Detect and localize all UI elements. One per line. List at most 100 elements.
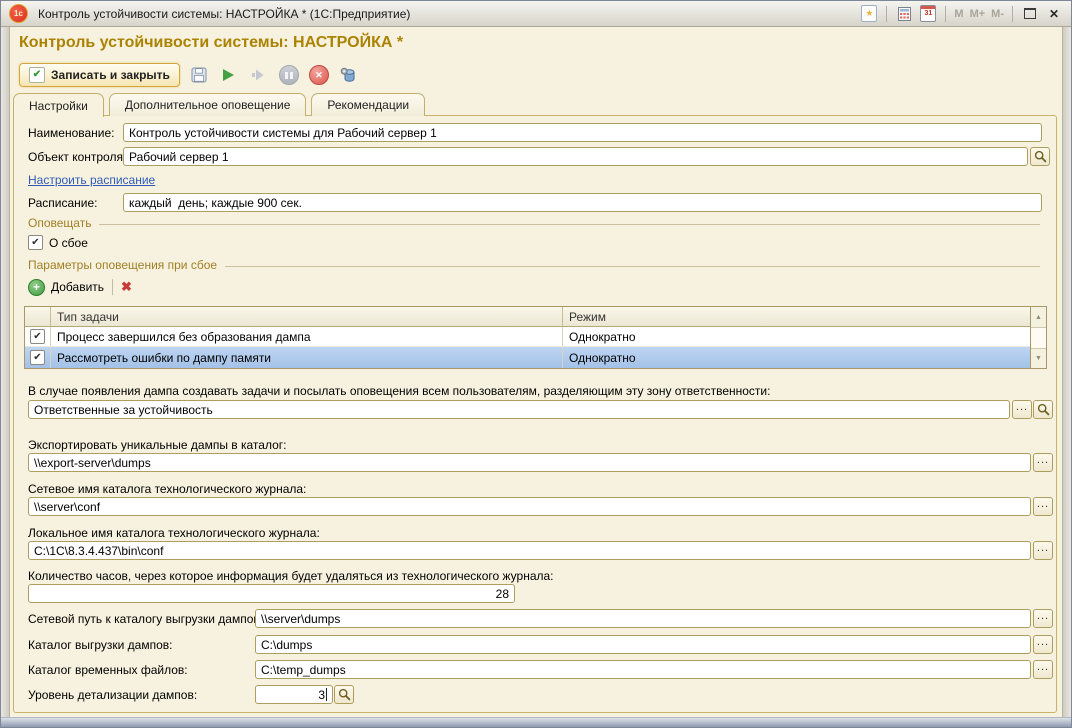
header-task-type[interactable]: Тип задачи [51, 307, 563, 326]
window-border-right [1062, 27, 1071, 718]
mode-cell[interactable]: Однократно [563, 347, 1030, 368]
maximize-button[interactable] [1021, 5, 1039, 23]
text-caret [326, 688, 327, 701]
header-mode[interactable]: Режим [563, 307, 1030, 326]
database-gear-icon [340, 67, 357, 83]
window-border-left [1, 27, 10, 718]
dump-dir-ellipsis-button[interactable]: ... [1033, 635, 1053, 654]
export-dir-label: Экспортировать уникальные дампы в катало… [28, 438, 286, 452]
task-type-cell[interactable]: Процесс завершился без образования дампа [51, 327, 563, 346]
schedule-input[interactable]: каждый день; каждые 900 сек. [123, 193, 1042, 212]
scroll-down-button[interactable] [1031, 349, 1046, 368]
notify-group-caption: Оповещать [28, 216, 1040, 230]
step-arrow-icon [251, 68, 266, 82]
green-check-icon [29, 67, 45, 83]
local-log-dir-label: Локальное имя каталога технологического … [28, 526, 320, 540]
floppy-disk-icon [191, 67, 207, 83]
control-object-label: Объект контроля: [28, 150, 126, 164]
favorites-button[interactable] [860, 5, 878, 23]
delete-row-button[interactable] [121, 279, 132, 295]
net-dump-path-ellipsis-button[interactable]: ... [1033, 609, 1053, 628]
mode-cell[interactable]: Однократно [563, 327, 1030, 346]
name-input[interactable]: Контроль устойчивости системы для Рабочи… [123, 123, 1042, 142]
1c-logo-icon[interactable]: 1с [9, 4, 28, 23]
service-settings-button[interactable] [338, 64, 360, 86]
settings-tab-panel: Наименование: Контроль устойчивости сист… [13, 115, 1057, 713]
tasks-table: Тип задачи Режим Процесс завершился без … [24, 306, 1047, 369]
name-label: Наименование: [28, 126, 115, 140]
calculator-button[interactable] [895, 5, 913, 23]
failure-checkbox[interactable] [28, 235, 43, 250]
add-row-button[interactable]: Добавить [28, 279, 104, 296]
zone-input[interactable]: Ответственные за устойчивость [28, 400, 1010, 419]
tab-bar: Настройки Дополнительное оповещение Реко… [13, 93, 425, 117]
temp-dir-input[interactable]: C:\temp_dumps [255, 660, 1031, 679]
hours-input[interactable]: 28 [28, 584, 515, 603]
dump-dir-input[interactable]: C:\dumps [255, 635, 1031, 654]
export-dir-input[interactable]: \\export-server\dumps [28, 453, 1031, 472]
command-toolbar: Записать и закрыть [19, 62, 360, 88]
net-log-dir-ellipsis-button[interactable]: ... [1033, 497, 1053, 516]
calendar-icon: 31 [920, 5, 936, 22]
zone-lookup-button[interactable] [1033, 400, 1053, 419]
magnifier-icon [338, 688, 351, 701]
failure-checkbox-row[interactable]: О сбое [28, 235, 88, 250]
row-checkbox[interactable] [30, 329, 45, 344]
memory-plus-button[interactable]: M+ [970, 8, 986, 20]
plus-icon [28, 279, 45, 296]
control-object-input[interactable]: Рабочий сервер 1 [123, 147, 1028, 166]
table-row[interactable]: Процесс завершился без образования дампа… [25, 327, 1030, 347]
net-log-dir-label: Сетевое имя каталога технологического жу… [28, 482, 306, 496]
window-title: Контроль устойчивости системы: НАСТРОЙКА… [38, 7, 410, 21]
titlebar-buttons: 31 M M+ M- [860, 5, 1063, 23]
calendar-button[interactable]: 31 [919, 5, 937, 23]
schedule-label: Расписание: [28, 196, 98, 210]
dump-dir-label: Каталог выгрузки дампов: [28, 638, 172, 652]
scroll-up-button[interactable] [1031, 307, 1046, 328]
failure-params-group-caption: Параметры оповещения при сбое [28, 258, 1040, 272]
calculator-icon [898, 7, 911, 21]
page-title: Контроль устойчивости системы: НАСТРОЙКА… [19, 34, 403, 52]
memory-minus-button[interactable]: M- [991, 8, 1004, 20]
magnifier-icon [1037, 403, 1050, 416]
tab-settings[interactable]: Настройки [13, 93, 104, 117]
detail-level-input[interactable]: 3 [255, 685, 333, 704]
save-and-close-button[interactable]: Записать и закрыть [19, 63, 180, 87]
export-dir-ellipsis-button[interactable]: ... [1033, 453, 1053, 472]
net-dump-path-input[interactable]: \\server\dumps [255, 609, 1031, 628]
tab-recommendations[interactable]: Рекомендации [311, 93, 425, 116]
temp-dir-ellipsis-button[interactable]: ... [1033, 660, 1053, 679]
local-log-dir-ellipsis-button[interactable]: ... [1033, 541, 1053, 560]
maximize-icon [1024, 8, 1036, 19]
tasks-table-body: Тип задачи Режим Процесс завершился без … [25, 307, 1030, 368]
pause-control-button[interactable] [278, 64, 300, 86]
tab-additional-notification[interactable]: Дополнительное оповещение [109, 93, 307, 116]
app-window: 1с Контроль устойчивости системы: НАСТРО… [0, 0, 1072, 728]
zone-label: В случае появления дампа создавать задач… [28, 384, 770, 398]
magnifier-icon [1034, 150, 1047, 163]
row-checkbox[interactable] [30, 350, 45, 365]
play-icon [223, 69, 234, 81]
save-button[interactable] [188, 64, 210, 86]
net-dump-path-label: Сетевой путь к каталогу выгрузки дампов … [28, 612, 266, 626]
save-and-close-label: Записать и закрыть [51, 68, 170, 82]
configure-schedule-link[interactable]: Настроить расписание [28, 173, 155, 187]
task-type-cell[interactable]: Рассмотреть ошибки по дампу памяти [51, 347, 563, 368]
resume-control-button[interactable] [248, 64, 270, 86]
header-checkbox-column[interactable] [25, 307, 51, 326]
separator [945, 6, 946, 22]
detail-level-lookup-button[interactable] [334, 685, 354, 704]
zone-ellipsis-button[interactable]: ... [1012, 400, 1032, 419]
net-log-dir-input[interactable]: \\server\conf [28, 497, 1031, 516]
close-button[interactable] [1045, 5, 1063, 23]
stop-control-button[interactable] [308, 64, 330, 86]
control-object-lookup-button[interactable] [1030, 147, 1050, 166]
table-scrollbar[interactable] [1030, 307, 1046, 368]
start-control-button[interactable] [218, 64, 240, 86]
memory-recall-button[interactable]: M [954, 8, 963, 20]
stop-icon [309, 65, 329, 85]
scroll-track[interactable] [1031, 328, 1046, 349]
table-header-row: Тип задачи Режим [25, 307, 1030, 327]
table-row-selected[interactable]: Рассмотреть ошибки по дампу памяти Однок… [25, 347, 1030, 368]
local-log-dir-input[interactable]: C:\1C\8.3.4.437\bin\conf [28, 541, 1031, 560]
